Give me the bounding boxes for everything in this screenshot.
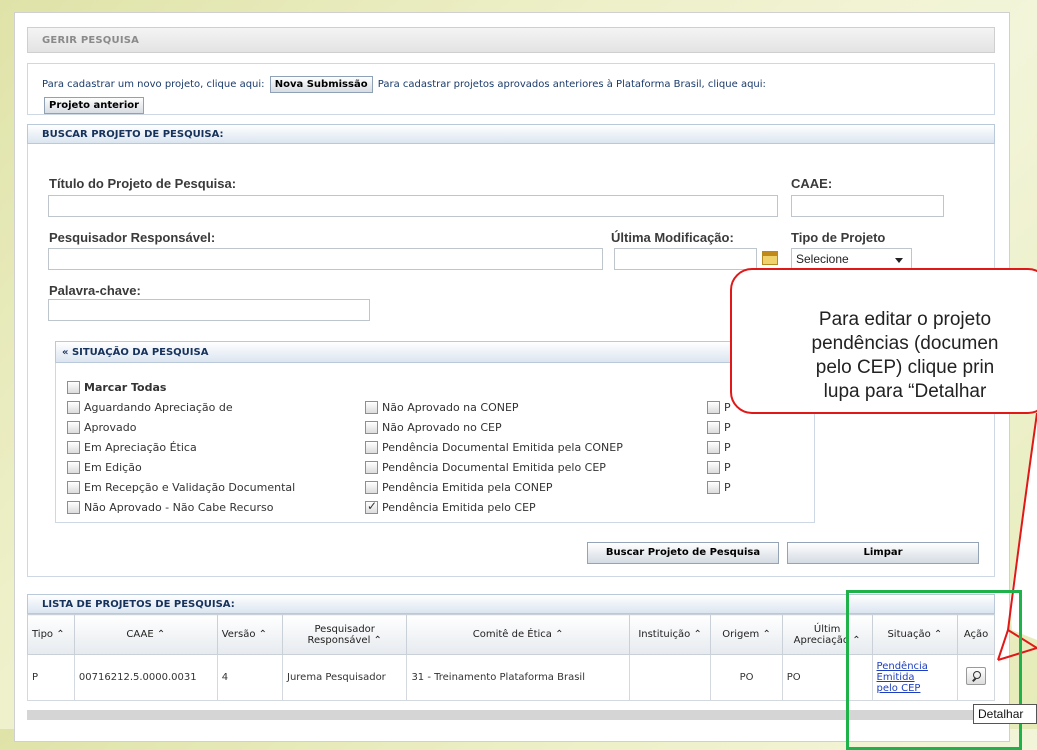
cell-caae: 00716212.5.0000.0031	[73, 654, 218, 701]
column-header-versao[interactable]: Versão ⌃	[216, 614, 284, 655]
situation-checkbox[interactable]: Pendência Emitida pela CONEP	[365, 481, 553, 494]
situation-section-header[interactable]: « SITUAÇÃO DA PESQUISA	[55, 341, 815, 363]
situation-checkbox[interactable]: P	[707, 421, 731, 434]
search-section-header: BUSCAR PROJETO DE PESQUISA:	[27, 124, 995, 144]
situation-checkbox[interactable]: P	[707, 401, 731, 414]
situation-checkbox[interactable]: P	[707, 481, 731, 494]
keyword-label: Palavra-chave:	[49, 283, 141, 298]
highlight-box	[846, 590, 1022, 750]
checkbox-icon[interactable]	[67, 381, 80, 394]
instruction-callout: Para editar o projeto pendências (docume…	[730, 268, 1037, 414]
project-type-select[interactable]: Selecione	[791, 248, 912, 270]
situation-checkbox[interactable]: P	[707, 461, 731, 474]
cell-instituicao	[628, 654, 712, 701]
detail-tooltip: Detalhar	[973, 704, 1037, 724]
submission-box: Para cadastrar um novo projeto, clique a…	[27, 63, 995, 115]
caae-input[interactable]	[791, 195, 944, 217]
situation-checkbox[interactable]: Pendência Documental Emitida pela CONEP	[365, 441, 623, 454]
mark-all-checkbox[interactable]: Marcar Todas	[67, 381, 166, 394]
situation-checkbox[interactable]: P	[707, 441, 731, 454]
column-header-tipo[interactable]: Tipo ⌃	[27, 614, 75, 655]
column-header-caae[interactable]: CAAE ⌃	[73, 614, 218, 655]
cell-pesquisador: Jurema Pesquisador	[281, 654, 408, 701]
clear-button[interactable]: Limpar	[787, 542, 979, 564]
new-project-text: Para cadastrar um novo projeto, clique a…	[42, 79, 265, 90]
situation-checkbox[interactable]: Não Aprovado na CONEP	[365, 401, 519, 414]
researcher-input[interactable]	[48, 248, 603, 270]
column-header-origem[interactable]: Origem ⌃	[710, 614, 783, 655]
situation-checkbox[interactable]: Em Apreciação Ética	[67, 441, 197, 454]
chevron-down-icon	[895, 258, 903, 263]
situation-checkbox[interactable]: Pendência Documental Emitida pelo CEP	[365, 461, 606, 474]
cell-versao: 4	[216, 654, 284, 701]
title-label: Título do Projeto de Pesquisa:	[49, 176, 237, 191]
last-modification-label: Última Modificação:	[611, 230, 734, 245]
situation-checkbox[interactable]: Aguardando Apreciação de	[67, 401, 233, 414]
calendar-icon[interactable]	[762, 251, 778, 265]
cell-tipo: P	[27, 654, 75, 701]
column-header-comite[interactable]: Comitê de Ética ⌃	[406, 614, 630, 655]
previous-project-button[interactable]: Projeto anterior	[44, 97, 145, 114]
cell-comite: 31 - Treinamento Plataforma Brasil	[406, 654, 630, 701]
keyword-input[interactable]	[48, 299, 370, 321]
situation-checkbox[interactable]: Não Aprovado no CEP	[365, 421, 502, 434]
new-submission-button[interactable]: Nova Submissão	[269, 76, 373, 93]
project-type-value: Selecione	[796, 252, 849, 266]
project-type-label: Tipo de Projeto	[791, 230, 886, 245]
situation-checkbox[interactable]: Em Recepção e Validação Documental	[67, 481, 295, 494]
search-project-button[interactable]: Buscar Projeto de Pesquisa	[587, 542, 779, 564]
column-header-pesquisador[interactable]: Pesquisador Responsável ⌃	[281, 614, 408, 655]
previous-project-text: Para cadastrar projetos aprovados anteri…	[377, 79, 766, 90]
situation-checkbox[interactable]: Não Aprovado - Não Cabe Recurso	[67, 501, 273, 514]
situation-checkbox[interactable]: Em Edição	[67, 461, 142, 474]
situation-checkbox-checked[interactable]: Pendência Emitida pelo CEP	[365, 499, 536, 514]
last-modification-input[interactable]	[614, 248, 757, 270]
situation-checkbox[interactable]: Aprovado	[67, 421, 136, 434]
caae-label: CAAE:	[791, 176, 833, 191]
researcher-label: Pesquisador Responsável:	[49, 230, 216, 245]
title-input[interactable]	[48, 195, 778, 217]
page-title: GERIR PESQUISA	[27, 27, 995, 53]
cell-origem: PO	[710, 654, 783, 701]
column-header-instituicao[interactable]: Instituição ⌃	[628, 614, 712, 655]
